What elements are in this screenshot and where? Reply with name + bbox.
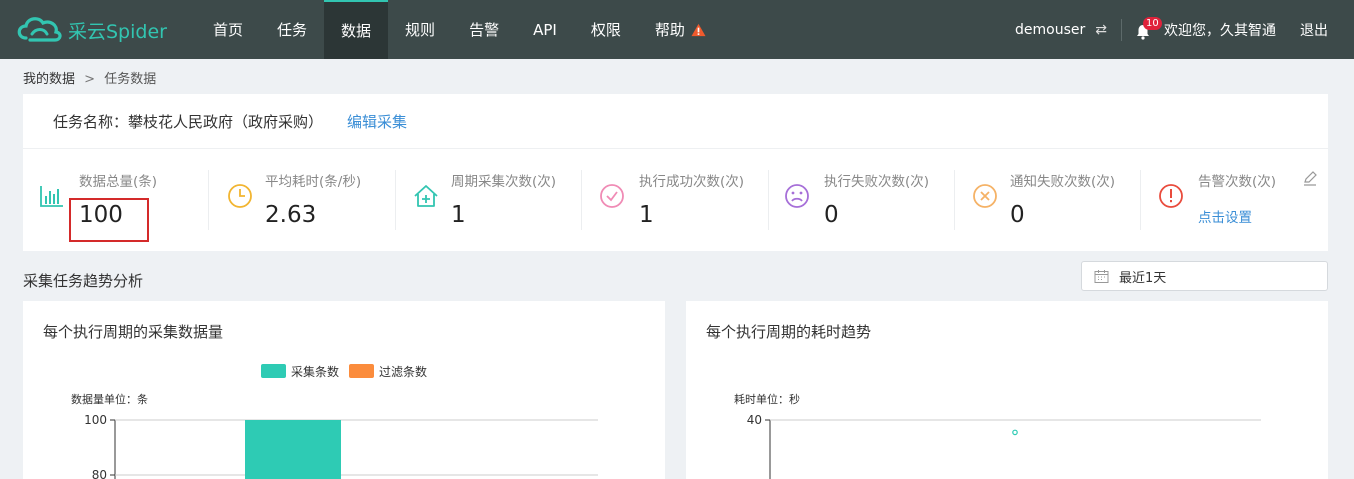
stat-avg-time: 平均耗时(条/秒) 2.63	[209, 150, 395, 250]
nav-label: 任务	[277, 20, 308, 39]
y-tick-label: 40	[747, 413, 762, 427]
stat-success-count: 执行成功次数(次) 1	[581, 150, 767, 250]
stat-label: 执行失败次数(次)	[824, 174, 930, 190]
nav-label: 告警	[469, 20, 500, 39]
nav-label: API	[533, 20, 557, 39]
divider	[1121, 18, 1122, 41]
brand-name: 采云Spider	[68, 20, 167, 43]
date-range-value: 最近1天	[1119, 270, 1167, 286]
brand-logo[interactable]: 采云Spider	[14, 12, 167, 48]
stat-failure-count: 执行失败次数(次) 0	[768, 150, 954, 250]
highlight-box	[69, 198, 149, 242]
username[interactable]: demouser	[1015, 22, 1085, 38]
top-navbar: 采云Spider 首页 任务 数据 规则 告警 API 权限 帮助 demous…	[0, 0, 1354, 59]
stat-label: 告警次数(次)	[1198, 174, 1277, 190]
alert-settings-link[interactable]: 点击设置	[1198, 206, 1252, 226]
stat-alert-count: 告警次数(次) 点击设置	[1140, 150, 1328, 250]
task-header: 任务名称：攀枝花人民政府（政府采购） 编辑采集	[23, 94, 1328, 149]
house-plus-icon	[414, 185, 438, 207]
welcome-text: 欢迎您，久其智通	[1164, 22, 1276, 39]
notification-badge: 10	[1143, 16, 1162, 30]
data-point	[1012, 429, 1018, 436]
logout-link[interactable]: 退出	[1300, 20, 1328, 40]
task-name: 任务名称：攀枝花人民政府（政府采购）	[53, 112, 324, 131]
clock-icon	[228, 184, 252, 208]
breadcrumb: 我的数据 > 任务数据	[23, 68, 156, 87]
pencil-icon[interactable]	[1302, 170, 1318, 186]
stat-label: 平均耗时(条/秒)	[265, 174, 362, 190]
nav-label: 权限	[590, 20, 621, 39]
chart-card-time-trend: 每个执行周期的耗时趋势 耗时单位：秒 40	[686, 301, 1328, 479]
notifications-button[interactable]: 10	[1136, 16, 1162, 40]
stats-row: 数据总量(条) 100 平均耗时(条/秒) 2.63 周期采集次数(次) 1 执…	[23, 150, 1328, 250]
y-tick-label: 100	[84, 413, 107, 427]
nav-label: 数据	[341, 21, 372, 40]
breadcrumb-current: 任务数据	[104, 72, 157, 87]
stat-value: 1	[451, 202, 466, 228]
bar-chart: 采集条数 过滤条数数据量单位：条 100 80	[71, 364, 598, 479]
edit-collection-link[interactable]: 编辑采集	[347, 111, 407, 132]
nav-item-rules[interactable]: 规则	[388, 0, 452, 59]
nav-item-api[interactable]: API	[516, 0, 574, 59]
nav-item-home[interactable]: 首页	[196, 0, 260, 59]
stat-total-data: 数据总量(条) 100	[23, 150, 209, 250]
trend-section-title: 采集任务趋势分析	[23, 272, 144, 290]
legend-label: 采集条数	[291, 364, 339, 379]
stat-value: 0	[1010, 202, 1025, 228]
y-tick-label: 80	[92, 468, 107, 479]
chart-card-collected-data: 每个执行周期的采集数据量 采集条数 过滤条数 数据量单位：条 100 80	[23, 301, 665, 479]
calendar-icon	[1094, 269, 1109, 283]
nav-item-permissions[interactable]: 权限	[574, 0, 638, 59]
nav-item-alerts[interactable]: 告警	[452, 0, 516, 59]
nav-label: 帮助	[654, 20, 685, 39]
breadcrumb-separator: >	[84, 72, 96, 87]
cloud-logo-icon	[17, 17, 62, 42]
warning-icon	[691, 23, 706, 36]
header-right: demouser ⇄ 10 欢迎您，久其智通 退出	[1015, 0, 1354, 59]
task-summary-panel: 任务名称：攀枝花人民政府（政府采购） 编辑采集 数据总量(条) 100 平均耗时…	[23, 94, 1328, 251]
bar-chart-icon	[40, 186, 63, 207]
scatter-chart: 耗时单位：秒 40	[734, 392, 1261, 479]
nav-label: 规则	[405, 20, 436, 39]
stat-value: 2.63	[265, 202, 317, 228]
legend-label: 过滤条数	[379, 364, 427, 379]
stat-label: 周期采集次数(次)	[451, 174, 557, 190]
date-range-picker[interactable]: 最近1天	[1081, 261, 1328, 291]
legend-swatch	[261, 364, 286, 378]
sad-face-icon	[785, 184, 809, 208]
stat-label: 执行成功次数(次)	[639, 174, 745, 190]
y-axis-label: 数据量单位：条	[71, 392, 148, 406]
stat-label: 通知失败次数(次)	[1010, 174, 1116, 190]
nav-item-data[interactable]: 数据	[324, 0, 389, 59]
legend-swatch	[349, 364, 374, 378]
stat-value: 0	[824, 202, 839, 228]
bar	[245, 420, 341, 479]
stat-cycle-count: 周期采集次数(次) 1	[395, 150, 581, 250]
stat-value: 1	[639, 202, 654, 228]
stat-notify-failure: 通知失败次数(次) 0	[954, 150, 1140, 250]
stat-label: 数据总量(条)	[79, 174, 158, 190]
main-nav: 首页 任务 数据 规则 告警 API 权限 帮助	[196, 0, 723, 59]
x-circle-icon	[973, 184, 997, 208]
nav-item-help[interactable]: 帮助	[638, 0, 723, 59]
switch-account-icon[interactable]: ⇄	[1095, 22, 1107, 38]
nav-label: 首页	[213, 20, 244, 39]
nav-item-tasks[interactable]: 任务	[260, 0, 324, 59]
breadcrumb-parent[interactable]: 我的数据	[23, 72, 75, 87]
alert-circle-icon	[1159, 184, 1183, 208]
check-circle-icon	[600, 184, 624, 208]
y-axis-label: 耗时单位：秒	[734, 392, 800, 406]
